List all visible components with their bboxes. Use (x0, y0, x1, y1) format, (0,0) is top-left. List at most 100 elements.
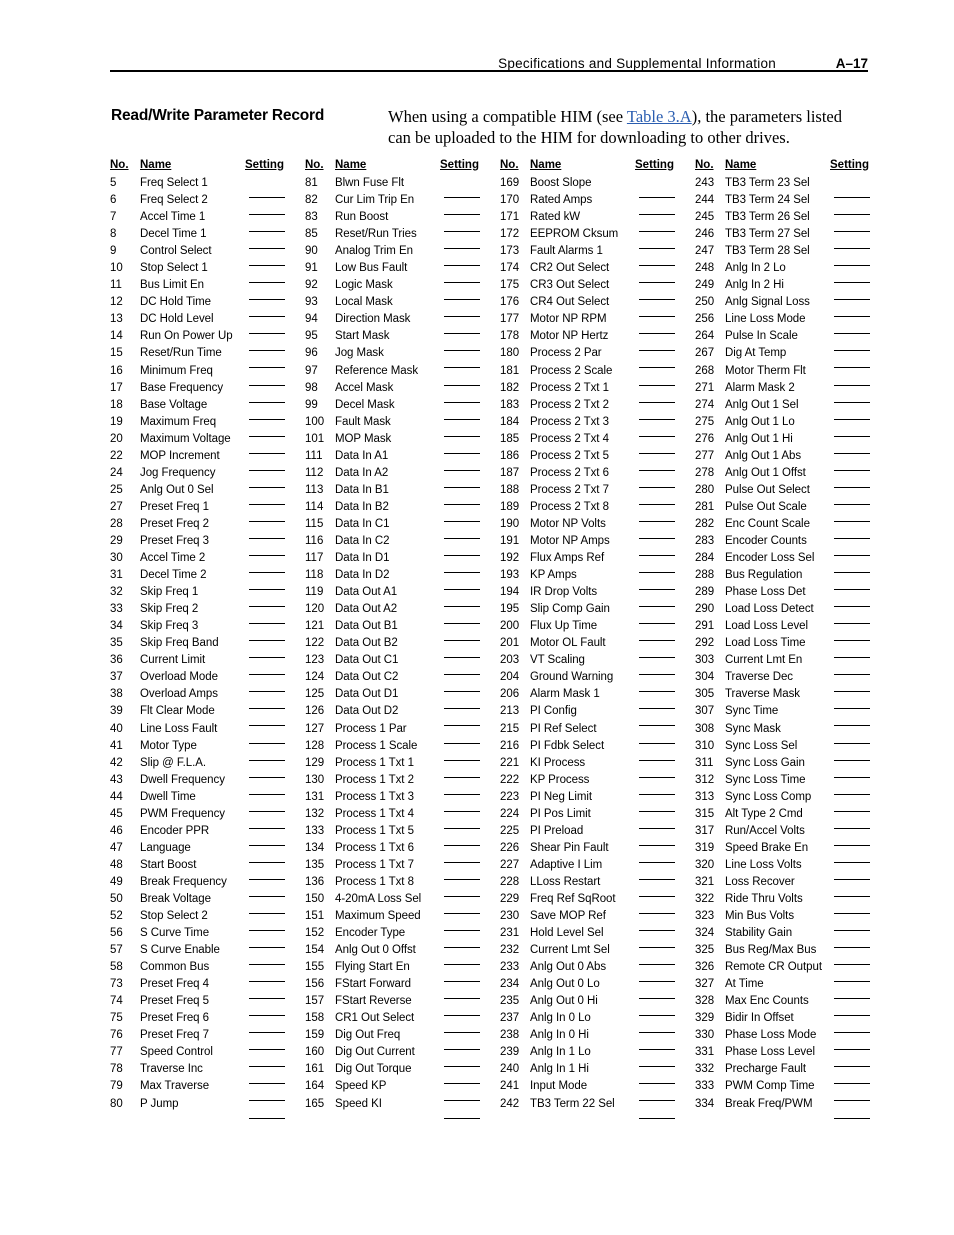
table-row: 235 Anlg Out 0 Hi (500, 993, 695, 1017)
parameter-number: 182 (500, 381, 520, 394)
parameter-name: Encoder Counts (725, 534, 807, 547)
table-row: 244 TB3 Term 24 Sel (695, 192, 870, 216)
table-row: 154 Anlg Out 0 Offst (305, 942, 500, 966)
table-row: 76 Preset Freq 7 (110, 1027, 305, 1051)
table-row: 185 Process 2 Txt 4 (500, 431, 695, 454)
column-header-name: Name (140, 159, 172, 171)
setting-blank-line (249, 810, 285, 812)
parameter-name: Dig Out Torque (335, 1063, 412, 1076)
setting-blank-line (249, 367, 285, 369)
table-row: 121 Data Out B1 (305, 618, 500, 642)
table-row: 240 Anlg In 1 Hi (500, 1061, 695, 1085)
parameter-name: Maximum Freq (140, 415, 217, 428)
parameter-number: 40 (110, 722, 123, 735)
setting-blank-line (639, 520, 675, 522)
parameter-number: 25 (110, 483, 123, 496)
column-header-row: No. Name Setting (695, 158, 870, 175)
parameter-number: 101 (305, 432, 325, 445)
parameter-name: Ground Warning (530, 671, 614, 684)
setting-blank-line (444, 401, 480, 403)
parameter-name: Low Bus Fault (335, 262, 408, 275)
table-row: 291 Load Loss Level (695, 618, 870, 642)
parameter-number: 18 (110, 398, 123, 411)
parameter-number: 112 (305, 466, 324, 479)
parameter-number: 240 (500, 1063, 520, 1076)
parameter-name: Speed KI (335, 1097, 382, 1110)
table-row: 223 PI Neg Limit (500, 789, 695, 812)
table-row: 332 Precharge Fault (695, 1061, 870, 1085)
parameter-number: 237 (500, 1012, 520, 1025)
setting-blank-line (834, 947, 870, 949)
parameter-number: 80 (110, 1097, 123, 1110)
setting-blank-line (444, 520, 480, 522)
table-row: 122 Data Out B2 (305, 635, 500, 659)
table-row: 245 TB3 Term 26 Sel (695, 209, 870, 233)
setting-blank-line (834, 214, 870, 216)
setting-blank-line (639, 1117, 675, 1119)
parameter-name: Data Out C1 (335, 654, 399, 667)
table-row: 203 VT Scaling (500, 652, 695, 676)
table-row: 7 Accel Time 1 (110, 209, 305, 233)
parameter-number: 17 (110, 381, 123, 394)
table-row: 227 Adaptive I Lim (500, 857, 695, 880)
table-3a-cross-reference-link[interactable]: Table 3.A (627, 107, 692, 126)
setting-blank-line (834, 520, 870, 522)
setting-blank-line (444, 589, 480, 591)
parameter-name: Dwell Frequency (140, 773, 225, 786)
parameter-name: Decel Time 1 (140, 228, 207, 241)
setting-blank-line (249, 759, 285, 761)
table-row: 14 Run On Power Up (110, 328, 305, 352)
parameter-column-3: No. Name Setting 169 Boost Slope 170 Rated Amp… (500, 158, 695, 1119)
parameter-number: 242 (500, 1097, 520, 1110)
parameter-name: Process 1 Txt 6 (335, 841, 414, 854)
parameter-name: Encoder Type (335, 927, 406, 940)
table-row: 82 Cur Lim Trip En (305, 192, 500, 216)
parameter-number: 169 (500, 177, 520, 189)
parameter-number: 323 (695, 910, 715, 923)
setting-blank-line (639, 333, 675, 335)
table-row: 305 Traverse Mask (695, 686, 870, 710)
parameter-number: 181 (500, 364, 520, 377)
parameter-number: 264 (695, 330, 715, 343)
setting-blank-line (639, 657, 675, 659)
setting-blank-line (249, 793, 285, 795)
table-row: 8 Decel Time 1 (110, 226, 305, 250)
table-row: 326 Remote CR Output (695, 959, 870, 983)
parameter-name: Flux Up Time (530, 620, 598, 633)
setting-blank-line (834, 895, 870, 897)
parameter-name: Direction Mask (335, 313, 411, 326)
setting-blank-line (639, 1083, 675, 1085)
parameter-number: 35 (110, 637, 123, 650)
table-row: 280 Pulse Out Select (695, 482, 870, 505)
table-row: 174 CR2 Out Select (500, 260, 695, 284)
setting-blank-line (249, 248, 285, 250)
table-row: 43 Dwell Frequency (110, 772, 305, 795)
parameter-name: Data Out A1 (335, 586, 398, 599)
table-row: 48 Start Boost (110, 857, 305, 880)
parameter-name: PI Ref Select (530, 722, 597, 735)
table-row: 56 S Curve Time (110, 925, 305, 949)
setting-blank-line (249, 776, 285, 778)
parameter-number: 319 (695, 841, 715, 854)
parameter-number: 7 (110, 211, 117, 224)
parameter-name: Maximum Speed (335, 910, 421, 923)
parameter-number: 332 (695, 1063, 715, 1076)
table-row: 310 Sync Loss Sel (695, 738, 870, 761)
setting-blank-line (834, 810, 870, 812)
table-row: 193 KP Amps (500, 567, 695, 591)
parameter-number: 74 (110, 995, 123, 1008)
table-row: 150 4-20mA Loss Sel (305, 891, 500, 914)
setting-blank-line (249, 844, 285, 846)
table-row: 176 CR4 Out Select (500, 294, 695, 318)
setting-blank-line (444, 197, 480, 198)
table-row: 133 Process 1 Txt 5 (305, 823, 500, 846)
setting-blank-line (834, 708, 870, 710)
parameter-name: Anlg Out 1 Lo (725, 415, 795, 428)
setting-blank-line (834, 589, 870, 591)
parameter-name: Precharge Fault (725, 1063, 807, 1076)
table-row: 158 CR1 Out Select (305, 1010, 500, 1034)
parameter-number: 173 (500, 245, 520, 258)
parameter-number: 13 (110, 313, 123, 326)
table-row: 213 PI Config (500, 703, 695, 727)
parameter-name: Data In C1 (335, 517, 390, 530)
